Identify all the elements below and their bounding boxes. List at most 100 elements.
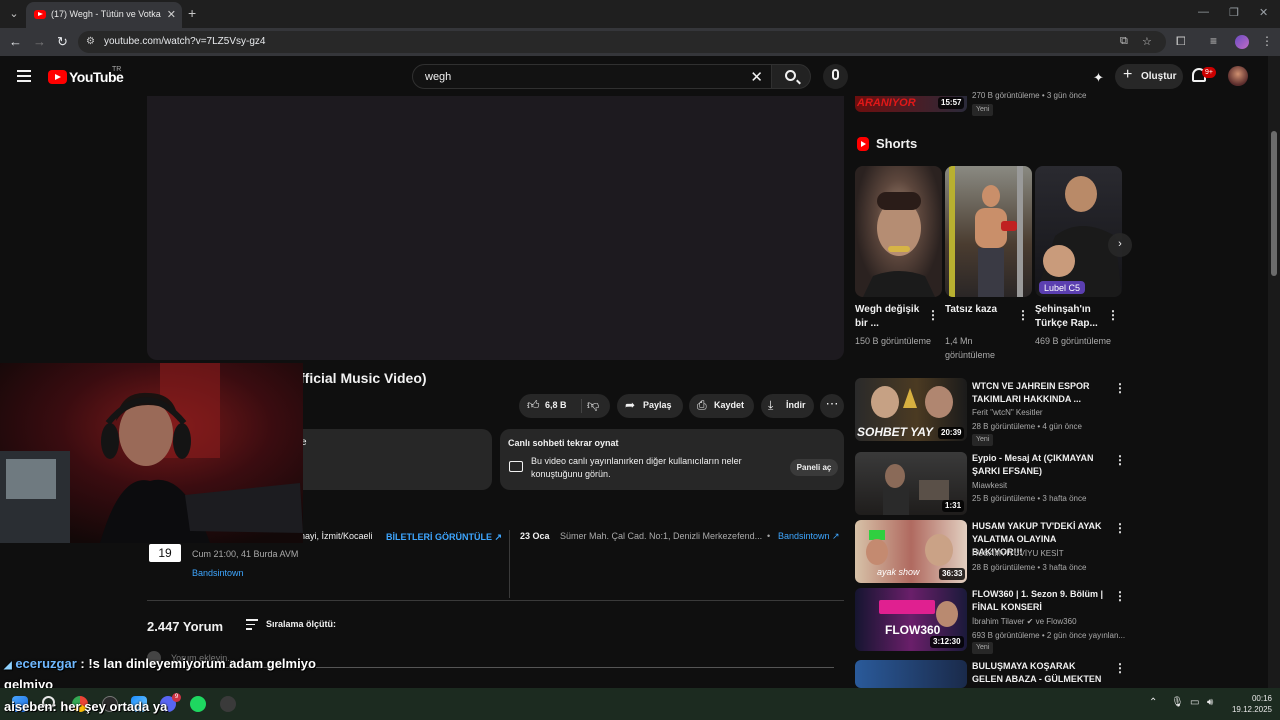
- search-button[interactable]: [771, 64, 811, 89]
- event-day: 19: [149, 544, 181, 562]
- clear-search-icon[interactable]: ✕: [750, 68, 763, 86]
- mic-tray-icon[interactable]: 🎙︎: [1171, 697, 1184, 708]
- rec-channel[interactable]: İbrahim Tilaver ✔ ve Flow360: [972, 617, 1128, 626]
- new-badge: Yeni: [972, 104, 994, 116]
- shorts-next-button[interactable]: ›: [1108, 233, 1132, 257]
- rec-channel[interactable]: HUSAMVİYUVİYU KESİT: [972, 549, 1128, 558]
- spotify-icon[interactable]: [190, 696, 206, 712]
- thumbs-up-icon[interactable]: 👍︎: [527, 398, 540, 413]
- site-info-icon[interactable]: ⚙: [86, 36, 98, 48]
- new-tab-button[interactable]: +: [188, 5, 196, 21]
- account-avatar[interactable]: [1228, 66, 1248, 86]
- forward-icon[interactable]: →: [33, 34, 46, 49]
- bookmark-star-icon[interactable]: ☆: [1142, 35, 1152, 48]
- voice-search-button[interactable]: [823, 64, 848, 89]
- rec-duration: 1:31: [942, 500, 965, 512]
- short-title[interactable]: Şehinşah'ın Türkçe Rap...: [1035, 303, 1107, 331]
- rec-more-icon[interactable]: ⋮: [1114, 381, 1126, 395]
- scrollbar-thumb[interactable]: [1271, 131, 1277, 276]
- sort-icon[interactable]: [246, 619, 258, 633]
- close-tab-icon[interactable]: ✕: [167, 8, 176, 21]
- short-title[interactable]: Wegh değişik bir ...: [855, 303, 927, 331]
- tray-overflow-icon[interactable]: ⌃: [1149, 697, 1157, 708]
- minimize-button[interactable]: —: [1198, 6, 1209, 18]
- rec-channel[interactable]: Miawkesit: [972, 481, 1128, 490]
- short-views: 469 B görüntüleme: [1035, 336, 1112, 346]
- video-player[interactable]: [147, 96, 844, 360]
- events-divider: [509, 530, 510, 598]
- sort-by-button[interactable]: Sıralama ölçütü:: [266, 619, 336, 629]
- reload-icon[interactable]: ↻: [57, 34, 68, 50]
- event-source-link[interactable]: Bandsintown: [192, 568, 244, 578]
- rec-more-icon[interactable]: ⋮: [1114, 589, 1126, 603]
- rec-more-icon[interactable]: ⋮: [1114, 661, 1126, 675]
- youtube-logo[interactable]: YouTube TR: [48, 66, 128, 87]
- menu-icon[interactable]: [17, 70, 31, 82]
- youtube-header: YouTube TR wegh ✕ ✦ + Oluştur 9+: [0, 56, 1268, 96]
- rec-title[interactable]: FLOW360 | 1. Sezon 9. Bölüm | FİNAL KONS…: [972, 588, 1106, 614]
- bookmark-icon: ⎙: [697, 398, 707, 412]
- rec-channel[interactable]: Ferit "wtcN" Kesitler: [972, 408, 1128, 417]
- reading-list-icon[interactable]: ≡: [1210, 34, 1217, 48]
- save-label: Kaydet: [714, 400, 745, 410]
- tab-search-button[interactable]: ⌄: [4, 4, 24, 24]
- discord-badge: 9: [172, 693, 181, 702]
- share-button[interactable]: ➦ Paylaş: [617, 394, 683, 418]
- search-input[interactable]: wegh ✕: [412, 64, 772, 89]
- network-icon[interactable]: ▭: [1190, 697, 1199, 708]
- top-thumb-text: ARANIYOR: [857, 97, 916, 109]
- download-label: İndir: [786, 400, 806, 410]
- chat-replay-description: Bu video canlı yayınlanırken diğer kulla…: [531, 456, 742, 479]
- clock-time: 00:16: [1251, 694, 1272, 703]
- rec-title[interactable]: WTCN VE JAHREIN ESPOR TAKIMLARI HAKKINDA…: [972, 380, 1106, 406]
- short-thumbnail[interactable]: Lubel C5: [1035, 166, 1122, 297]
- chat-username: eceruzgar: [15, 656, 77, 671]
- browser-tab-active[interactable]: (17) Wegh - Tütün ve Votka (Of ✕: [26, 2, 182, 28]
- chat-text: : !s lan dinleyemiyorum adam gelmiyo: [80, 656, 316, 671]
- back-icon[interactable]: ←: [9, 34, 22, 49]
- event-location: nayi, İzmit/Kocaeli: [300, 531, 373, 541]
- rec-thumbnail[interactable]: [855, 660, 967, 688]
- extensions-icon[interactable]: ⧠: [1176, 34, 1186, 49]
- short-thumbnail[interactable]: [945, 166, 1032, 297]
- restore-button[interactable]: ❐: [1229, 6, 1239, 19]
- thumbs-down-icon[interactable]: 👎︎: [587, 398, 599, 413]
- page-scrollbar[interactable]: [1268, 56, 1280, 688]
- rec-duration: 20:39: [938, 427, 965, 439]
- browser-profile-avatar[interactable]: [1235, 35, 1249, 49]
- create-button[interactable]: + Oluştur: [1115, 64, 1183, 89]
- address-bar[interactable]: ⚙ youtube.com/watch?v=7LZ5Vsy-gz4 ⧉ ☆: [78, 31, 1166, 53]
- rec-meta: 25 B görüntüleme • 3 hafta önce: [972, 494, 1087, 503]
- save-button[interactable]: ⎙ Kaydet: [689, 394, 754, 418]
- rec-title[interactable]: Eypio - Mesaj At (ÇIKMAYAN ŞARKI EFSANE): [972, 452, 1106, 478]
- rec-duration: 3:12:30: [930, 636, 964, 648]
- rec-more-icon[interactable]: ⋮: [1114, 453, 1126, 467]
- short-thumbnail[interactable]: [855, 166, 942, 297]
- system-clock[interactable]: 00:16 19.12.2025: [1228, 693, 1272, 715]
- chat-text: : her şey ortada ya: [52, 699, 168, 714]
- short-more-icon[interactable]: ⋮: [1017, 308, 1029, 322]
- browser-menu-icon[interactable]: ⋮: [1261, 34, 1273, 48]
- short-title[interactable]: Tatsız kaza: [945, 303, 1017, 317]
- ai-sparkle-icon[interactable]: ✦: [1093, 70, 1104, 86]
- close-window-button[interactable]: ✕: [1259, 6, 1268, 19]
- like-count[interactable]: 6,8 B: [545, 400, 567, 410]
- open-panel-button[interactable]: Paneli aç: [790, 459, 838, 476]
- url-text[interactable]: youtube.com/watch?v=7LZ5Vsy-gz4: [104, 36, 265, 47]
- download-button[interactable]: ⤓ İndir: [761, 394, 814, 418]
- microphone-icon: [832, 69, 839, 80]
- comments-count: 2.447 Yorum: [147, 619, 224, 634]
- steam-icon[interactable]: [220, 696, 236, 712]
- share-icon: ➦: [625, 398, 636, 412]
- rec-thumb-text: SOHBET YAY: [857, 425, 934, 439]
- video-title: fficial Music Video): [300, 370, 427, 386]
- more-actions-button[interactable]: ⋯: [820, 394, 844, 418]
- short-face-icon: [863, 192, 935, 297]
- volume-icon[interactable]: 🔊︎: [1207, 697, 1213, 708]
- install-app-icon[interactable]: ⧉: [1120, 35, 1128, 48]
- short-more-icon[interactable]: ⋮: [1107, 308, 1119, 322]
- short-more-icon[interactable]: ⋮: [927, 308, 939, 322]
- rec-more-icon[interactable]: ⋮: [1114, 521, 1126, 535]
- event2-source-link[interactable]: Bandsintown ↗: [778, 531, 840, 542]
- view-tickets-link[interactable]: BİLETLERİ GÖRÜNTÜLE ↗: [386, 532, 502, 543]
